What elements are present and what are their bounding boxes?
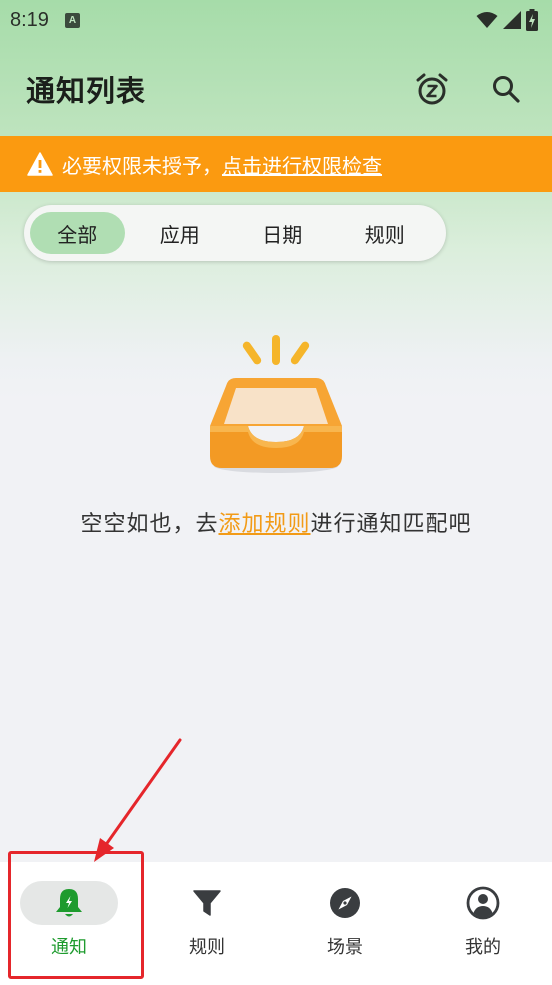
nav-label-me: 我的 xyxy=(465,937,501,958)
status-bar: 8:19 A xyxy=(0,0,552,40)
profile-icon xyxy=(466,886,500,920)
search-icon xyxy=(493,76,520,103)
status-indicators xyxy=(476,9,538,31)
app-bar-actions xyxy=(412,69,526,109)
filter-icon xyxy=(193,890,221,916)
nav-icon-wrap-me xyxy=(434,881,532,925)
page-title: 通知列表 xyxy=(26,74,147,108)
nav-item-scenes[interactable]: 场景 xyxy=(276,862,414,985)
tab-date[interactable]: 日期 xyxy=(235,212,330,254)
permission-warning-banner[interactable]: 必要权限未授予， 点击进行权限检查 xyxy=(0,136,552,192)
empty-state-message: 空空如也，去添加规则进行通知匹配吧 xyxy=(0,506,552,538)
snooze-button[interactable] xyxy=(412,69,452,109)
notification-app-icon: A xyxy=(64,12,80,28)
empty-text-after: 进行通知匹配吧 xyxy=(310,512,472,537)
battery-charging-icon xyxy=(526,9,538,31)
search-button[interactable] xyxy=(486,69,526,109)
nav-label-rules: 规则 xyxy=(189,937,225,958)
snooze-alarm-icon xyxy=(416,73,448,105)
nav-icon-wrap-scenes xyxy=(296,881,394,925)
empty-text-before: 空空如也，去 xyxy=(80,512,219,537)
annotation-arrow-icon xyxy=(94,738,182,862)
permission-check-link[interactable]: 点击进行权限检查 xyxy=(222,150,382,179)
app-bar: 通知列表 xyxy=(0,46,552,132)
signal-icon xyxy=(503,11,521,29)
nav-icon-wrap-rules xyxy=(158,881,256,925)
banner-text: 必要权限未授予， xyxy=(62,153,222,178)
nav-item-me[interactable]: 我的 xyxy=(414,862,552,985)
status-time: 8:19 xyxy=(10,8,49,31)
warning-icon xyxy=(27,152,53,176)
tab-rules[interactable]: 规则 xyxy=(338,212,433,254)
nav-item-rules[interactable]: 规则 xyxy=(138,862,276,985)
filter-tabs: 全部 应用 日期 规则 xyxy=(24,205,446,261)
compass-icon xyxy=(330,888,360,918)
tab-all[interactable]: 全部 xyxy=(30,212,125,254)
tab-app[interactable]: 应用 xyxy=(133,212,228,254)
add-rule-link[interactable]: 添加规则 xyxy=(218,512,310,537)
nav-label-scenes: 场景 xyxy=(327,937,363,958)
wifi-icon xyxy=(476,12,498,28)
annotation-highlight-box xyxy=(8,851,144,979)
empty-inbox-icon xyxy=(210,335,342,473)
